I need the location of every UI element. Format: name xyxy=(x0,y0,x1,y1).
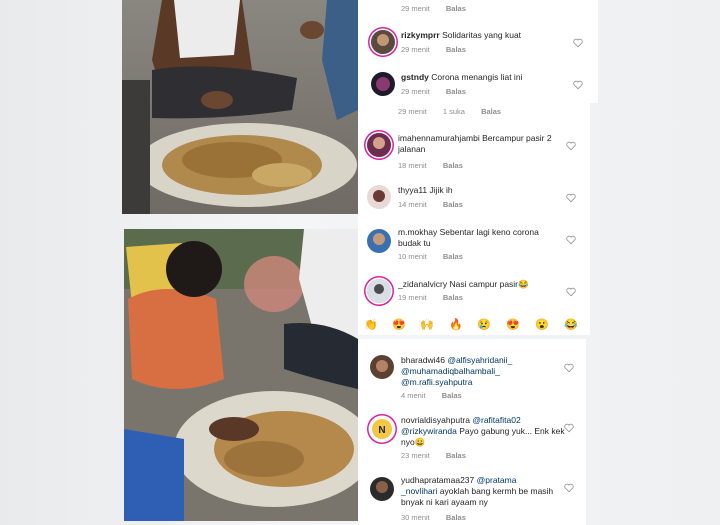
comment-panel-bottom: bharadwi46 @alfisyahridanii_ @muhamadiqb… xyxy=(358,339,586,525)
avatar[interactable] xyxy=(367,133,391,157)
heart-icon[interactable] xyxy=(564,363,574,373)
comment-time: 29 menit xyxy=(401,45,430,54)
comment-username[interactable]: gstndy xyxy=(401,72,429,82)
comment-text: gstndy Corona menangis liat ini xyxy=(401,72,581,83)
comment-text: novrialdisyahputra @rafitafita02 @rizkyw… xyxy=(401,415,573,448)
like-count[interactable]: 1 suka xyxy=(443,107,465,116)
comment-username[interactable]: m.mokhay xyxy=(398,227,437,237)
comment-body: Nasi campur pasir😂 xyxy=(449,279,529,289)
reply-button[interactable]: Balas xyxy=(443,293,463,302)
reply-button[interactable]: Balas xyxy=(446,87,466,96)
svg-text:N: N xyxy=(378,425,385,436)
comment-body: Corona menangis liat ini xyxy=(431,72,523,82)
comment-meta: 18 menit Balas xyxy=(398,161,477,170)
comment-username[interactable]: novrialdisyahputra xyxy=(401,415,470,425)
avatar[interactable] xyxy=(371,72,395,96)
comment-time: 10 menit xyxy=(398,252,427,261)
comment-body: Solidaritas yang kuat xyxy=(442,30,522,40)
comment-text: m.mokhay Sebentar lagi keno corona budak… xyxy=(398,227,563,249)
comment-username[interactable]: bharadwi46 xyxy=(401,355,445,365)
heart-eyes-emoji-button[interactable]: 😍 xyxy=(392,319,406,332)
mention-link[interactable]: @rafitafita02 xyxy=(472,415,520,425)
comment-time: 29 menit xyxy=(401,4,430,13)
avatar[interactable] xyxy=(370,477,394,501)
comment-meta: 29 menit 1 suka Balas xyxy=(398,107,515,116)
comment-meta: 29 menit Balas xyxy=(401,45,480,54)
avatar[interactable] xyxy=(367,229,391,253)
reply-button[interactable]: Balas xyxy=(443,161,463,170)
reply-button[interactable]: Balas xyxy=(446,513,466,522)
reply-button[interactable]: Balas xyxy=(443,252,463,261)
heart-eyes-face-emoji-button[interactable]: 😍 xyxy=(506,319,520,332)
avatar[interactable]: N xyxy=(370,417,394,441)
avatar[interactable] xyxy=(367,185,391,209)
photo-bottom xyxy=(124,229,358,521)
comment-meta: 29 menit Balas xyxy=(401,87,480,96)
heart-icon[interactable] xyxy=(566,141,576,151)
comment-meta: 19 menit Balas xyxy=(398,293,477,302)
fire-emoji-button[interactable]: 🔥 xyxy=(449,319,463,332)
comment-username[interactable]: rizkymprr xyxy=(401,30,440,40)
comment-username[interactable]: thyya11 xyxy=(398,185,427,195)
comment-meta: 23 menit Balas xyxy=(401,451,480,460)
heart-icon[interactable] xyxy=(564,423,574,433)
reply-button[interactable]: Balas xyxy=(442,391,462,400)
comment-username[interactable]: yudhapratamaa237 xyxy=(401,475,474,485)
comment-text: _zidanalvicry Nasi campur pasir😂 xyxy=(398,279,563,290)
comment-text: thyya11 Jijik ih xyxy=(398,185,563,196)
mention-link[interactable]: @rizkywiranda xyxy=(401,426,457,436)
comment-time: 18 menit xyxy=(398,161,427,170)
raising-hands-emoji-button[interactable]: 🙌 xyxy=(420,319,434,332)
mention-link[interactable]: @m.rafli.syahputra xyxy=(401,377,472,387)
comment-time: 30 menit xyxy=(401,513,430,522)
comment-panel-top: 29 menit Balas rizkymprr Solidaritas yan… xyxy=(358,0,598,103)
comment-time: 23 menit xyxy=(401,451,430,460)
mention-link[interactable]: @pratama xyxy=(477,475,517,485)
avatar[interactable] xyxy=(371,30,395,54)
comment-username[interactable]: _zidanalvicry xyxy=(398,279,447,289)
comment-time: 4 menit xyxy=(401,391,426,400)
heart-icon[interactable] xyxy=(566,193,576,203)
comment-meta: 10 menit Balas xyxy=(398,252,477,261)
avatar[interactable] xyxy=(370,355,394,379)
comment-time: 29 menit xyxy=(401,87,430,96)
reply-button[interactable]: Balas xyxy=(481,107,501,116)
comment-text: imahennamurahjambi Bercampur pasir 2 jal… xyxy=(398,133,563,155)
comment-text: bharadwi46 @alfisyahridanii_ @muhamadiqb… xyxy=(401,355,566,388)
comment-panel-middle: 29 menit 1 suka Balas imahennamurahjambi… xyxy=(358,103,590,335)
reply-button[interactable]: Balas xyxy=(443,200,463,209)
mention-link[interactable]: @alfisyahridanii_ xyxy=(447,355,512,365)
comment-time: 19 menit xyxy=(398,293,427,302)
emoji-reaction-bar: 👏 😍 🙌 🔥 😢 😍 😮 😂 xyxy=(358,316,590,334)
comment-body: Jijik ih xyxy=(429,185,453,195)
comment-username[interactable]: imahennamurahjambi xyxy=(398,133,480,143)
comment-text: yudhapratamaa237 @pratama _novlihari ayo… xyxy=(401,475,573,508)
laughing-face-emoji-button[interactable]: 😂 xyxy=(564,319,578,332)
heart-icon[interactable] xyxy=(566,287,576,297)
photo-top xyxy=(122,0,358,214)
sad-face-emoji-button[interactable]: 😢 xyxy=(477,319,491,332)
heart-icon[interactable] xyxy=(566,235,576,245)
comment-meta: 14 menit Balas xyxy=(398,200,477,209)
clapping-hands-emoji-button[interactable]: 👏 xyxy=(364,319,378,332)
comment-time: 29 menit xyxy=(398,107,427,116)
reply-button[interactable]: Balas xyxy=(446,4,466,13)
heart-icon[interactable] xyxy=(564,483,574,493)
comment-time: 14 menit xyxy=(398,200,427,209)
reply-button[interactable]: Balas xyxy=(446,45,466,54)
comment-meta: 29 menit Balas xyxy=(401,4,480,13)
mention-link[interactable]: @muhamadiqbalhambali_ xyxy=(401,366,500,376)
mention-link[interactable]: _novlihari xyxy=(401,486,437,496)
heart-icon[interactable] xyxy=(573,80,583,90)
heart-icon[interactable] xyxy=(573,38,583,48)
comment-meta: 4 menit Balas xyxy=(401,391,476,400)
avatar[interactable] xyxy=(367,279,391,303)
surprised-face-emoji-button[interactable]: 😮 xyxy=(535,319,549,332)
comment-text: rizkymprr Solidaritas yang kuat xyxy=(401,30,581,41)
reply-button[interactable]: Balas xyxy=(446,451,466,460)
comment-meta: 30 menit Balas xyxy=(401,513,480,522)
